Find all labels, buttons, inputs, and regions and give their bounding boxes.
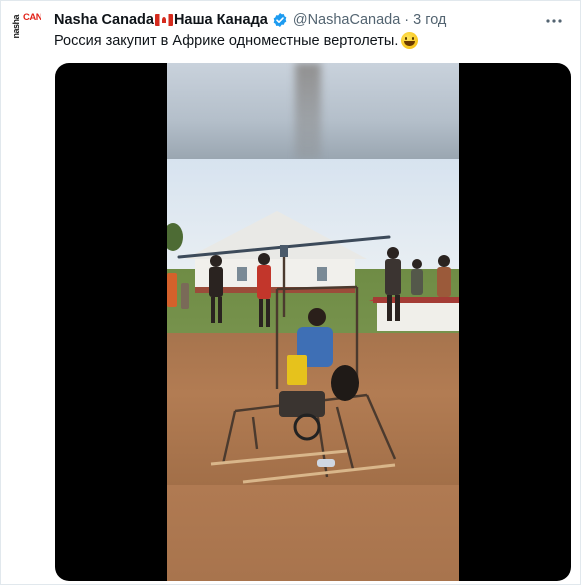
homemade-helicopter-scene — [167, 211, 459, 484]
avatar-brand-text: CANADA — [23, 13, 41, 23]
author-name-ru[interactable]: Наша Канада — [174, 12, 268, 28]
author-handle[interactable]: @NashaCanada — [293, 12, 400, 28]
more-icon — [546, 19, 562, 23]
canada-flag-icon — [154, 14, 173, 26]
avatar-small-text: nasha — [11, 15, 21, 39]
tweet-media[interactable] — [55, 63, 571, 581]
video-blurred-bottom-frame — [167, 485, 459, 581]
tweet-header: Nasha Canada Наша Канада @NashaCanada · … — [54, 10, 446, 30]
more-options-button[interactable] — [544, 11, 564, 31]
grinning-face-emoji-icon — [401, 32, 419, 49]
verified-badge-icon — [272, 12, 288, 28]
author-name[interactable]: Nasha Canada — [54, 12, 154, 28]
video-blurred-top-frame — [167, 63, 459, 159]
tweet-card[interactable]: nasha CANADA Nasha Canada Наша Канада @N… — [0, 0, 581, 585]
tweet-text: Россия закупит в Африке одноместные верт… — [54, 32, 419, 49]
tweet-timestamp[interactable]: 3 год — [413, 12, 446, 28]
video-player[interactable] — [167, 63, 459, 581]
tweet-text-content: Россия закупит в Африке одноместные верт… — [54, 32, 399, 49]
avatar[interactable]: nasha CANADA — [11, 13, 41, 43]
separator-dot: · — [404, 12, 410, 28]
